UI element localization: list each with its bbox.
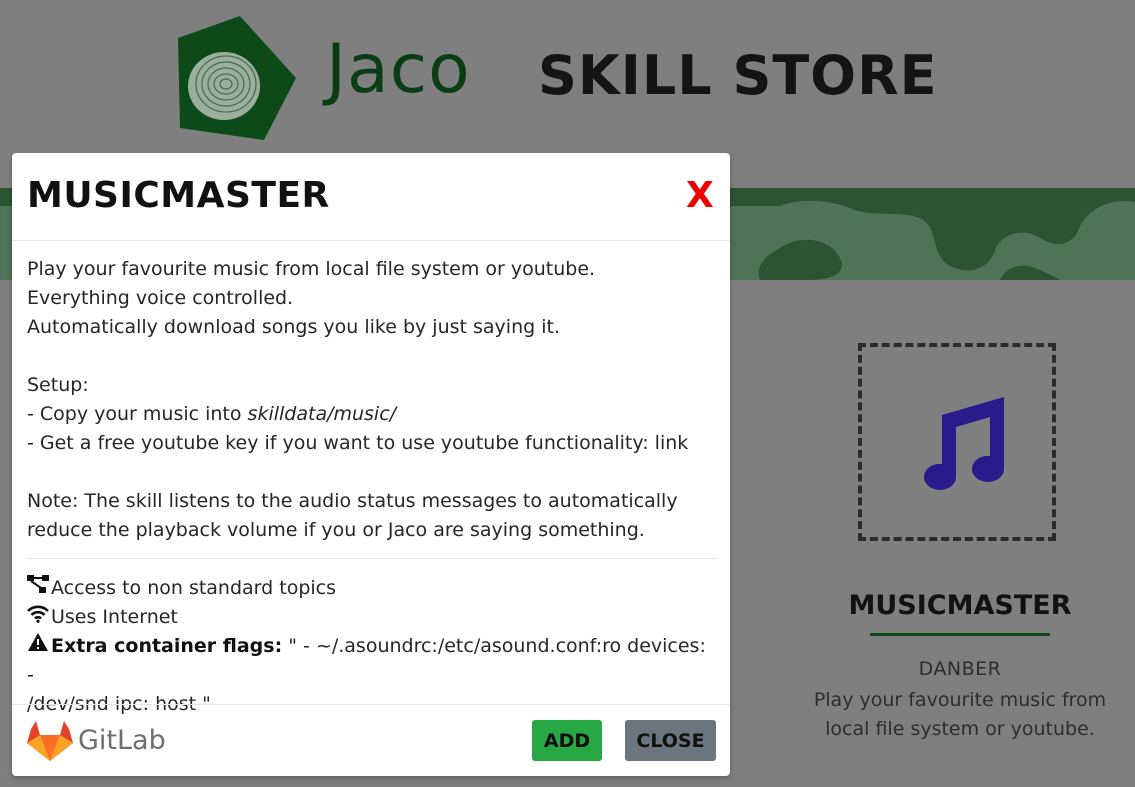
modal-footer-divider — [12, 704, 730, 705]
container-flags-label: Extra container flags: — [51, 635, 283, 657]
permission-topics-label: Access to non standard topics — [51, 577, 337, 599]
fingerprint-logo-icon — [178, 16, 296, 140]
note-line: Note: The skill listens to the audio sta… — [27, 490, 678, 512]
permission-internet-label: Uses Internet — [51, 606, 178, 628]
music-note-icon — [924, 397, 1004, 490]
setup-label: Setup: — [27, 374, 89, 396]
setup-item-youtube-key: - Get a free youtube key if you want to … — [27, 432, 689, 454]
modal-title: MUSICMASTER — [27, 175, 330, 216]
skill-card-underline — [870, 633, 1050, 636]
wifi-icon — [27, 603, 51, 632]
modal-description: Play your favourite music from local fil… — [27, 255, 717, 545]
note-line: reduce the playback volume if you or Jac… — [27, 519, 645, 541]
permission-internet: Uses Internet — [27, 603, 717, 632]
skill-card-author: DANBER — [918, 658, 1002, 680]
modal-header-divider — [12, 240, 730, 241]
gitlab-logo-icon[interactable] — [26, 719, 74, 763]
brand-logo-text: Jaco — [326, 30, 471, 109]
skill-icon-frame — [858, 343, 1056, 541]
gitlab-link[interactable]: GitLab — [78, 725, 166, 756]
skill-detail-modal: MUSICMASTER X Play your favourite music … — [12, 153, 730, 776]
description-line: Everything voice controlled. — [27, 287, 294, 309]
page-title: SKILL STORE — [538, 44, 938, 107]
skill-card-desc-line1: Play your favourite music from — [813, 689, 1107, 711]
music-path: skilldata/music/ — [247, 403, 397, 425]
skill-card-desc-line2: local file system or youtube. — [825, 718, 1095, 740]
warning-icon — [27, 632, 51, 661]
skill-card-description: Play your favourite music from local fil… — [800, 686, 1120, 744]
description-line: Play your favourite music from local fil… — [27, 258, 596, 280]
permission-topics: Access to non standard topics — [27, 574, 717, 603]
add-button[interactable]: ADD — [532, 720, 602, 761]
network-topology-icon — [27, 574, 51, 603]
permissions-divider — [27, 558, 717, 559]
skill-card-name: MUSICMASTER — [848, 590, 1072, 621]
permission-container-flags: Extra container flags: " - ~/.asoundrc:/… — [27, 632, 717, 719]
description-line: Automatically download songs you like by… — [27, 316, 560, 338]
setup-item-copy-music: - Copy your music into skilldata/music/ — [27, 403, 397, 425]
close-button[interactable]: CLOSE — [625, 720, 716, 761]
modal-close-x-button[interactable]: X — [686, 175, 714, 216]
